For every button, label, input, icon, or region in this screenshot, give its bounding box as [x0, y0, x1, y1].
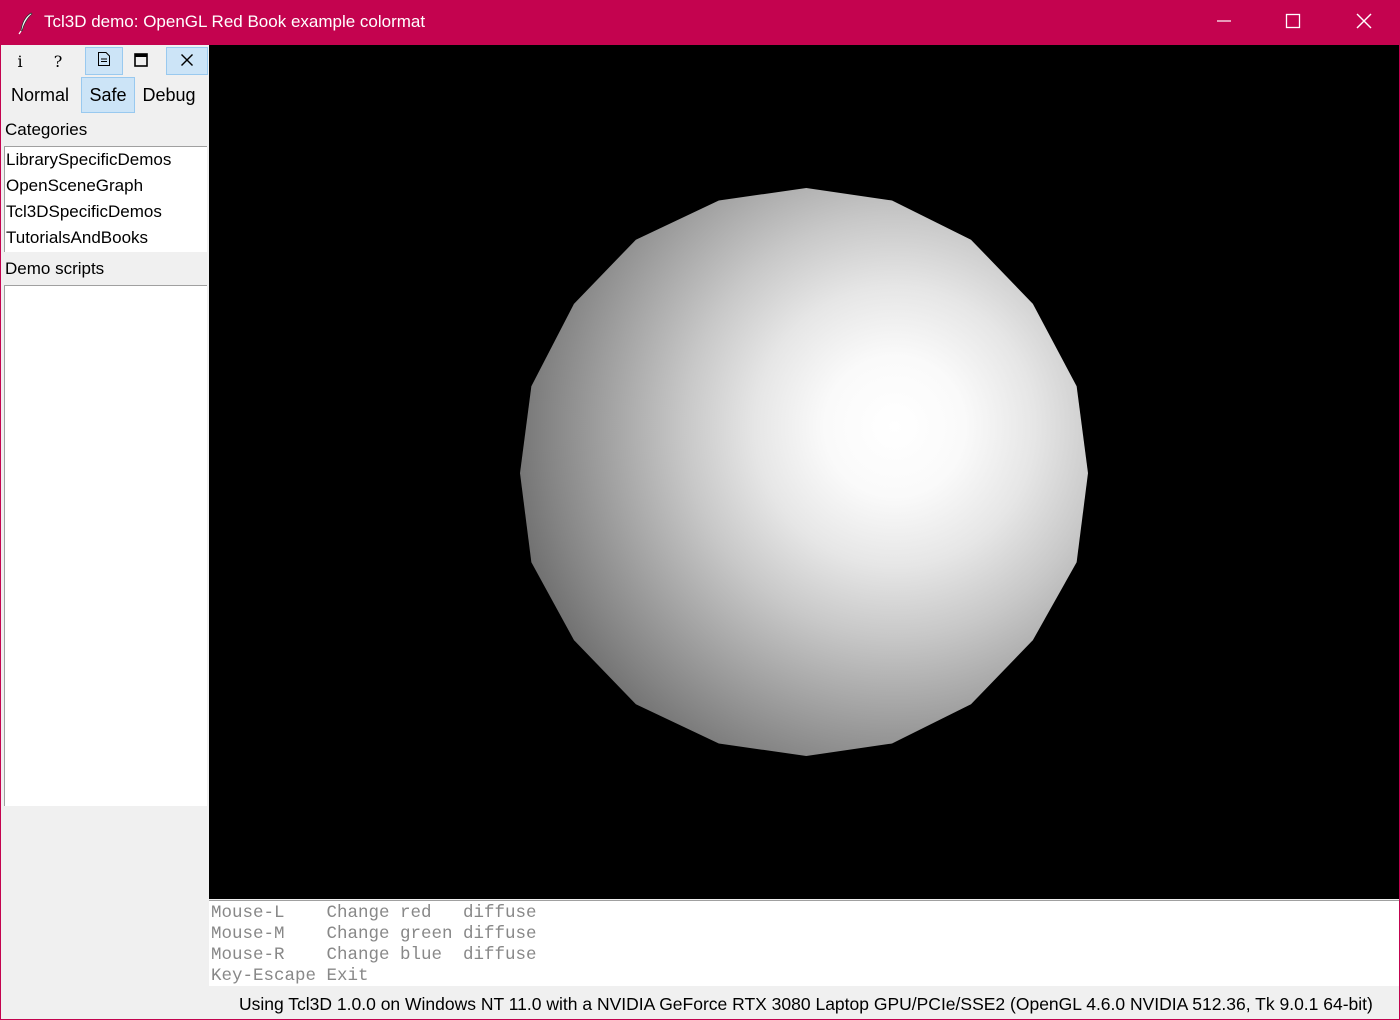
info-line: Key-Escape Exit: [211, 966, 369, 986]
demo-scripts-list[interactable]: [4, 285, 207, 806]
window-title: Tcl3D demo: OpenGL Red Book example colo…: [44, 12, 426, 31]
help-icon: ?: [53, 51, 63, 71]
app-window: Tcl3D demo: OpenGL Red Book example colo…: [0, 0, 1400, 1020]
title-bar[interactable]: Tcl3D demo: OpenGL Red Book example colo…: [1, 1, 1399, 45]
close-icon: [180, 52, 194, 71]
demo-scripts-label: Demo scripts: [5, 259, 105, 278]
close-window-button[interactable]: [1329, 1, 1399, 45]
categories-list[interactable]: LibrarySpecificDemos OpenSceneGraph Tcl3…: [4, 146, 207, 252]
fullscreen-button[interactable]: [122, 47, 160, 75]
list-item[interactable]: LibrarySpecificDemos: [5, 147, 207, 173]
maximize-icon: [1285, 13, 1301, 33]
close-icon: [1356, 13, 1372, 33]
lit-sphere: [520, 188, 1088, 756]
mode-debug-button[interactable]: Debug: [137, 77, 201, 113]
info-panel: Mouse-L Change red diffuse Mouse-M Chang…: [209, 900, 1399, 986]
list-item[interactable]: OpenSceneGraph: [5, 173, 207, 199]
mode-safe-button[interactable]: Safe: [81, 77, 135, 113]
status-bar: Using Tcl3D 1.0.0 on Windows NT 11.0 wit…: [239, 994, 1373, 1014]
categories-label: Categories: [5, 120, 88, 139]
list-item[interactable]: TutorialsAndBooks: [5, 225, 207, 251]
exit-button[interactable]: [166, 47, 208, 75]
view-source-button[interactable]: [85, 47, 123, 75]
sidebar: i ? Normal Safe Debug Categories Library…: [1, 45, 208, 1019]
info-line: Mouse-L Change red diffuse: [211, 903, 537, 923]
info-icon: i: [17, 51, 23, 71]
maximize-button[interactable]: [1258, 1, 1328, 45]
opengl-canvas[interactable]: [209, 45, 1399, 899]
feather-icon: [15, 11, 37, 35]
list-item[interactable]: Tcl3DSpecificDemos: [5, 199, 207, 225]
info-button[interactable]: i: [1, 47, 39, 75]
document-icon: [97, 51, 111, 71]
fullscreen-icon: [134, 52, 148, 71]
help-button[interactable]: ?: [39, 47, 77, 75]
mode-normal-button[interactable]: Normal: [5, 77, 75, 113]
minimize-button[interactable]: [1189, 1, 1259, 45]
minimize-icon: [1216, 13, 1232, 33]
info-line: Mouse-M Change green diffuse: [211, 924, 537, 944]
info-line: Mouse-R Change blue diffuse: [211, 945, 537, 965]
